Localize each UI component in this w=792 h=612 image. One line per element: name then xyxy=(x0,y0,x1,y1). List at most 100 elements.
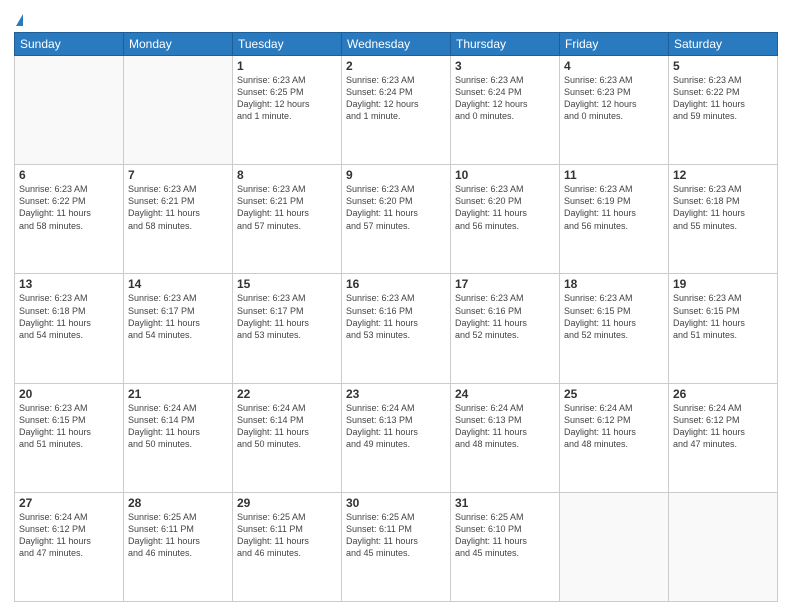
logo xyxy=(14,10,23,26)
cell-content: Sunrise: 6:23 AM Sunset: 6:21 PM Dayligh… xyxy=(237,183,337,232)
calendar-table: SundayMondayTuesdayWednesdayThursdayFrid… xyxy=(14,32,778,602)
calendar-cell xyxy=(669,492,778,601)
calendar-day-header: Thursday xyxy=(451,33,560,56)
cell-content: Sunrise: 6:23 AM Sunset: 6:15 PM Dayligh… xyxy=(673,292,773,341)
calendar-cell: 1Sunrise: 6:23 AM Sunset: 6:25 PM Daylig… xyxy=(233,56,342,165)
calendar-cell xyxy=(15,56,124,165)
day-number: 13 xyxy=(19,277,119,291)
calendar-cell: 21Sunrise: 6:24 AM Sunset: 6:14 PM Dayli… xyxy=(124,383,233,492)
day-number: 16 xyxy=(346,277,446,291)
calendar-cell: 9Sunrise: 6:23 AM Sunset: 6:20 PM Daylig… xyxy=(342,165,451,274)
calendar-cell: 30Sunrise: 6:25 AM Sunset: 6:11 PM Dayli… xyxy=(342,492,451,601)
page: SundayMondayTuesdayWednesdayThursdayFrid… xyxy=(0,0,792,612)
calendar-cell: 4Sunrise: 6:23 AM Sunset: 6:23 PM Daylig… xyxy=(560,56,669,165)
calendar-cell: 23Sunrise: 6:24 AM Sunset: 6:13 PM Dayli… xyxy=(342,383,451,492)
cell-content: Sunrise: 6:23 AM Sunset: 6:24 PM Dayligh… xyxy=(455,74,555,123)
cell-content: Sunrise: 6:23 AM Sunset: 6:20 PM Dayligh… xyxy=(455,183,555,232)
cell-content: Sunrise: 6:23 AM Sunset: 6:15 PM Dayligh… xyxy=(19,402,119,451)
calendar-week-row: 13Sunrise: 6:23 AM Sunset: 6:18 PM Dayli… xyxy=(15,274,778,383)
calendar-cell: 24Sunrise: 6:24 AM Sunset: 6:13 PM Dayli… xyxy=(451,383,560,492)
calendar-cell: 13Sunrise: 6:23 AM Sunset: 6:18 PM Dayli… xyxy=(15,274,124,383)
cell-content: Sunrise: 6:25 AM Sunset: 6:11 PM Dayligh… xyxy=(128,511,228,560)
day-number: 25 xyxy=(564,387,664,401)
day-number: 1 xyxy=(237,59,337,73)
calendar-cell: 7Sunrise: 6:23 AM Sunset: 6:21 PM Daylig… xyxy=(124,165,233,274)
cell-content: Sunrise: 6:24 AM Sunset: 6:14 PM Dayligh… xyxy=(237,402,337,451)
cell-content: Sunrise: 6:24 AM Sunset: 6:13 PM Dayligh… xyxy=(346,402,446,451)
day-number: 22 xyxy=(237,387,337,401)
calendar-cell: 29Sunrise: 6:25 AM Sunset: 6:11 PM Dayli… xyxy=(233,492,342,601)
calendar-cell: 6Sunrise: 6:23 AM Sunset: 6:22 PM Daylig… xyxy=(15,165,124,274)
cell-content: Sunrise: 6:24 AM Sunset: 6:12 PM Dayligh… xyxy=(564,402,664,451)
day-number: 19 xyxy=(673,277,773,291)
logo-triangle-icon xyxy=(16,14,23,26)
day-number: 5 xyxy=(673,59,773,73)
day-number: 14 xyxy=(128,277,228,291)
calendar-cell: 18Sunrise: 6:23 AM Sunset: 6:15 PM Dayli… xyxy=(560,274,669,383)
calendar-day-header: Friday xyxy=(560,33,669,56)
cell-content: Sunrise: 6:23 AM Sunset: 6:19 PM Dayligh… xyxy=(564,183,664,232)
calendar-day-header: Sunday xyxy=(15,33,124,56)
cell-content: Sunrise: 6:23 AM Sunset: 6:22 PM Dayligh… xyxy=(673,74,773,123)
calendar-cell: 16Sunrise: 6:23 AM Sunset: 6:16 PM Dayli… xyxy=(342,274,451,383)
calendar-cell: 2Sunrise: 6:23 AM Sunset: 6:24 PM Daylig… xyxy=(342,56,451,165)
day-number: 7 xyxy=(128,168,228,182)
calendar-cell: 10Sunrise: 6:23 AM Sunset: 6:20 PM Dayli… xyxy=(451,165,560,274)
calendar-cell: 26Sunrise: 6:24 AM Sunset: 6:12 PM Dayli… xyxy=(669,383,778,492)
calendar-cell: 27Sunrise: 6:24 AM Sunset: 6:12 PM Dayli… xyxy=(15,492,124,601)
day-number: 9 xyxy=(346,168,446,182)
calendar-cell xyxy=(124,56,233,165)
cell-content: Sunrise: 6:25 AM Sunset: 6:11 PM Dayligh… xyxy=(346,511,446,560)
day-number: 27 xyxy=(19,496,119,510)
day-number: 20 xyxy=(19,387,119,401)
day-number: 28 xyxy=(128,496,228,510)
cell-content: Sunrise: 6:23 AM Sunset: 6:17 PM Dayligh… xyxy=(237,292,337,341)
cell-content: Sunrise: 6:24 AM Sunset: 6:12 PM Dayligh… xyxy=(673,402,773,451)
day-number: 11 xyxy=(564,168,664,182)
day-number: 23 xyxy=(346,387,446,401)
day-number: 2 xyxy=(346,59,446,73)
calendar-cell: 19Sunrise: 6:23 AM Sunset: 6:15 PM Dayli… xyxy=(669,274,778,383)
calendar-cell: 17Sunrise: 6:23 AM Sunset: 6:16 PM Dayli… xyxy=(451,274,560,383)
day-number: 24 xyxy=(455,387,555,401)
calendar-day-header: Tuesday xyxy=(233,33,342,56)
cell-content: Sunrise: 6:23 AM Sunset: 6:24 PM Dayligh… xyxy=(346,74,446,123)
day-number: 10 xyxy=(455,168,555,182)
calendar-cell: 20Sunrise: 6:23 AM Sunset: 6:15 PM Dayli… xyxy=(15,383,124,492)
calendar-day-header: Wednesday xyxy=(342,33,451,56)
calendar-week-row: 6Sunrise: 6:23 AM Sunset: 6:22 PM Daylig… xyxy=(15,165,778,274)
cell-content: Sunrise: 6:23 AM Sunset: 6:16 PM Dayligh… xyxy=(455,292,555,341)
cell-content: Sunrise: 6:24 AM Sunset: 6:13 PM Dayligh… xyxy=(455,402,555,451)
calendar-cell: 5Sunrise: 6:23 AM Sunset: 6:22 PM Daylig… xyxy=(669,56,778,165)
day-number: 6 xyxy=(19,168,119,182)
cell-content: Sunrise: 6:23 AM Sunset: 6:17 PM Dayligh… xyxy=(128,292,228,341)
day-number: 8 xyxy=(237,168,337,182)
calendar-cell: 14Sunrise: 6:23 AM Sunset: 6:17 PM Dayli… xyxy=(124,274,233,383)
cell-content: Sunrise: 6:23 AM Sunset: 6:22 PM Dayligh… xyxy=(19,183,119,232)
day-number: 17 xyxy=(455,277,555,291)
day-number: 18 xyxy=(564,277,664,291)
day-number: 21 xyxy=(128,387,228,401)
calendar-cell: 12Sunrise: 6:23 AM Sunset: 6:18 PM Dayli… xyxy=(669,165,778,274)
cell-content: Sunrise: 6:25 AM Sunset: 6:10 PM Dayligh… xyxy=(455,511,555,560)
calendar-cell: 28Sunrise: 6:25 AM Sunset: 6:11 PM Dayli… xyxy=(124,492,233,601)
calendar-cell: 15Sunrise: 6:23 AM Sunset: 6:17 PM Dayli… xyxy=(233,274,342,383)
cell-content: Sunrise: 6:23 AM Sunset: 6:25 PM Dayligh… xyxy=(237,74,337,123)
cell-content: Sunrise: 6:23 AM Sunset: 6:15 PM Dayligh… xyxy=(564,292,664,341)
cell-content: Sunrise: 6:23 AM Sunset: 6:23 PM Dayligh… xyxy=(564,74,664,123)
cell-content: Sunrise: 6:23 AM Sunset: 6:18 PM Dayligh… xyxy=(19,292,119,341)
calendar-cell: 25Sunrise: 6:24 AM Sunset: 6:12 PM Dayli… xyxy=(560,383,669,492)
day-number: 30 xyxy=(346,496,446,510)
cell-content: Sunrise: 6:24 AM Sunset: 6:14 PM Dayligh… xyxy=(128,402,228,451)
day-number: 4 xyxy=(564,59,664,73)
cell-content: Sunrise: 6:23 AM Sunset: 6:16 PM Dayligh… xyxy=(346,292,446,341)
cell-content: Sunrise: 6:23 AM Sunset: 6:21 PM Dayligh… xyxy=(128,183,228,232)
header xyxy=(14,10,778,26)
day-number: 31 xyxy=(455,496,555,510)
day-number: 3 xyxy=(455,59,555,73)
calendar-cell: 11Sunrise: 6:23 AM Sunset: 6:19 PM Dayli… xyxy=(560,165,669,274)
calendar-week-row: 20Sunrise: 6:23 AM Sunset: 6:15 PM Dayli… xyxy=(15,383,778,492)
calendar-cell: 22Sunrise: 6:24 AM Sunset: 6:14 PM Dayli… xyxy=(233,383,342,492)
calendar-week-row: 27Sunrise: 6:24 AM Sunset: 6:12 PM Dayli… xyxy=(15,492,778,601)
cell-content: Sunrise: 6:25 AM Sunset: 6:11 PM Dayligh… xyxy=(237,511,337,560)
